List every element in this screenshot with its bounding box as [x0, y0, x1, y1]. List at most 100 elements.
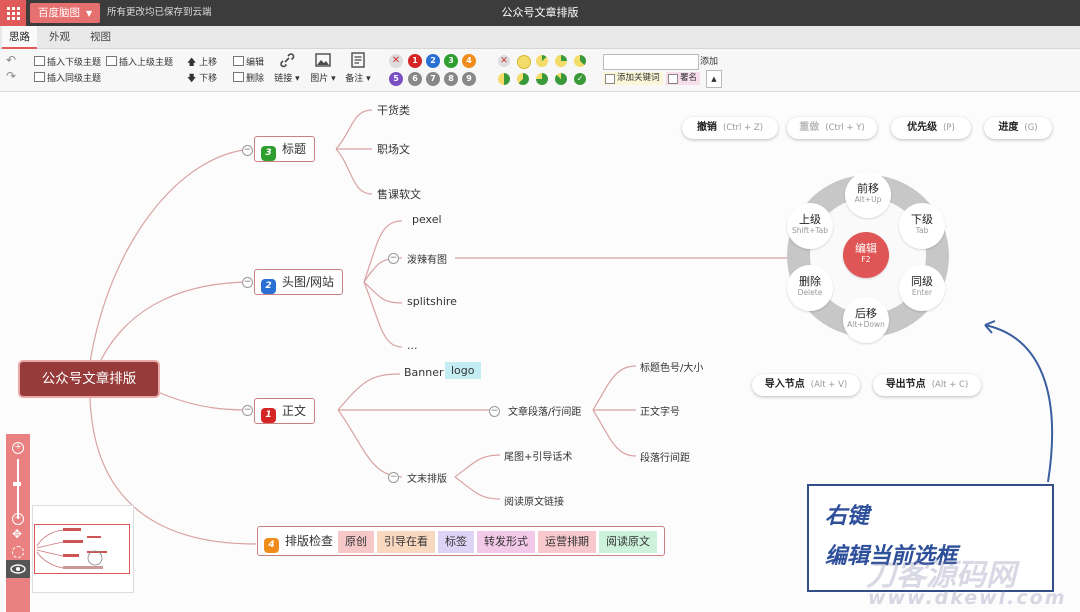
topic-title[interactable]: 3 标题 [254, 136, 316, 162]
subtopic-more[interactable]: ... [407, 339, 418, 352]
subtopic-line-spacing[interactable]: 段落行间距 [640, 449, 690, 464]
collapse-toggle[interactable]: − [388, 472, 399, 483]
tab-idea[interactable]: 思路 [2, 26, 37, 49]
insert-sibling-icon [34, 72, 45, 82]
priority-9[interactable]: 9 [462, 72, 476, 86]
collapse-toggle[interactable]: − [242, 405, 253, 416]
subtopic-read-more-link[interactable]: 阅读原文链接 [504, 493, 564, 508]
minimap-viewport[interactable] [34, 524, 130, 574]
radial-backward-button[interactable]: 后移 Alt+Down [843, 297, 889, 343]
radial-sibling-button[interactable]: 同级 Enter [899, 265, 945, 311]
redo-button[interactable]: 重做 (Ctrl + Y) [787, 117, 877, 139]
collapse-toggle[interactable]: − [242, 145, 253, 156]
tag-original[interactable]: 原创 [338, 531, 375, 553]
topic-body[interactable]: 1 正文 [254, 398, 316, 424]
subtopic-banner[interactable]: Banner [404, 366, 444, 379]
radial-forward-button[interactable]: 前移 Alt+Up [845, 172, 891, 218]
progress-5-icon[interactable] [517, 73, 529, 85]
radial-parent-button[interactable]: 上级 Shift+Tab [787, 203, 833, 249]
redo-icon[interactable]: ↷ [6, 69, 16, 83]
zoom-slider-thumb[interactable] [13, 482, 21, 486]
tag-label[interactable]: 标签 [438, 531, 475, 553]
progress-button[interactable]: 进度 (G) [984, 117, 1052, 139]
signature-button[interactable]: 署名 [666, 72, 701, 85]
collapse-toggle[interactable]: − [489, 406, 500, 417]
export-node-button[interactable]: 导出节点 (Alt + C) [873, 374, 981, 396]
subtopic-title-color[interactable]: 标题色号/大小 [640, 359, 703, 374]
tab-view[interactable]: 视图 [83, 26, 118, 48]
insert-child-button[interactable]: 插入下级主题 [34, 55, 101, 68]
subtopic-dry-goods[interactable]: 干货类 [377, 102, 410, 118]
eye-icon[interactable] [6, 560, 30, 578]
keyword-dropdown[interactable]: ▲ [706, 70, 722, 88]
brand-menu-button[interactable]: 百度脑图 ▼ [30, 3, 101, 23]
priority-6[interactable]: 6 [408, 72, 422, 86]
note-button[interactable]: 备注 ▾ [343, 52, 373, 84]
subtopic-pexel[interactable]: pexel [412, 213, 442, 226]
radial-delete-button[interactable]: 删除 Delete [787, 265, 833, 311]
progress-7-icon[interactable] [555, 73, 567, 85]
subtopic-polayoutu[interactable]: 泼辣有图 [407, 251, 447, 266]
priority-5[interactable]: 5 [389, 72, 403, 86]
progress-0-icon[interactable] [517, 55, 531, 69]
insert-parent-button[interactable]: 插入上级主题 [106, 55, 173, 68]
move-up-button[interactable]: 🡅 上移 [187, 55, 217, 71]
subtopic-ending[interactable]: 文末排版 [407, 470, 447, 485]
priority-3[interactable]: 3 [444, 54, 458, 68]
subtopic-end-image[interactable]: 尾图+引导话术 [504, 448, 572, 463]
link-button[interactable]: 链接 ▾ [272, 52, 302, 84]
minimap[interactable] [32, 505, 134, 593]
priority-button[interactable]: 优先级 (P) [891, 117, 971, 139]
progress-done-icon[interactable]: ✓ [574, 73, 586, 85]
subtopic-font-size[interactable]: 正文字号 [640, 403, 680, 418]
priority-7[interactable]: 7 [426, 72, 440, 86]
clear-priority-icon[interactable]: ✕ [389, 54, 403, 68]
subtopic-logo[interactable]: logo [445, 362, 481, 379]
move-down-button[interactable]: 🡇 下移 [187, 71, 217, 87]
progress-3-icon[interactable] [574, 55, 586, 67]
zoom-slider-track[interactable] [17, 459, 19, 519]
subtopic-workplace[interactable]: 职场文 [377, 141, 410, 157]
subtopic-course[interactable]: 售课软文 [377, 186, 421, 202]
move-icon[interactable]: ✥ [12, 528, 22, 540]
subtopic-paragraph[interactable]: 文章段落/行间距 [508, 403, 581, 418]
keyword-input[interactable] [603, 54, 699, 70]
progress-2-icon[interactable] [555, 55, 567, 67]
radial-child-button[interactable]: 下级 Tab [899, 203, 945, 249]
app-grid-icon[interactable] [0, 0, 26, 26]
top-bar: 百度脑图 ▼ 所有更改均已保存到云端 公众号文章排版 [0, 0, 1080, 26]
radial-edit-button[interactable]: 编辑 F2 [843, 232, 889, 278]
zoom-in-icon[interactable]: + [12, 442, 24, 454]
image-button[interactable]: 图片 ▾ [308, 52, 338, 84]
tag-read-original[interactable]: 阅读原文 [599, 531, 658, 553]
insert-sibling-button[interactable]: 插入同级主题 [34, 71, 101, 84]
undo-button[interactable]: 撤销 (Ctrl + Z) [682, 117, 778, 139]
collapse-toggle[interactable]: − [242, 277, 253, 288]
progress-4-icon[interactable] [498, 73, 510, 85]
priority-4[interactable]: 4 [462, 54, 476, 68]
delete-button[interactable]: 删除 [233, 71, 264, 84]
priority-2[interactable]: 2 [426, 54, 440, 68]
collapse-toggle[interactable]: − [388, 253, 399, 264]
tag-forward[interactable]: 转发形式 [477, 531, 536, 553]
edit-button[interactable]: 编辑 [233, 55, 264, 68]
progress-6-icon[interactable] [536, 73, 548, 85]
topic-header-image[interactable]: 2 头图/网站 [254, 269, 344, 295]
progress-1-icon[interactable] [536, 55, 548, 67]
priority-8[interactable]: 8 [444, 72, 458, 86]
zoom-out-icon[interactable]: − [12, 513, 24, 525]
mindmap-canvas[interactable]: 公众号文章排版 − 3 标题 干货类 职场文 售课软文 − 2 头图/网站 pexe… [0, 92, 1080, 612]
tab-appearance[interactable]: 外观 [42, 26, 77, 48]
subtopic-splitshire[interactable]: splitshire [407, 295, 457, 308]
tag-guide[interactable]: 引导在看 [377, 531, 436, 553]
priority-1[interactable]: 1 [408, 54, 422, 68]
add-keyword-button[interactable]: 添加关键词 [603, 72, 663, 85]
undo-icon[interactable]: ↶ [6, 53, 16, 67]
topic-layout-check[interactable]: 4 排版检查 原创 引导在看 标签 转发形式 运营排期 阅读原文 [257, 526, 666, 556]
root-topic[interactable]: 公众号文章排版 [20, 362, 158, 396]
fit-view-icon[interactable] [12, 546, 24, 558]
import-node-button[interactable]: 导入节点 (Alt + V) [752, 374, 860, 396]
tag-schedule[interactable]: 运营排期 [538, 531, 597, 553]
clear-progress-icon[interactable]: ✕ [498, 55, 510, 67]
keyword-add-button[interactable]: 添加 [700, 54, 718, 67]
